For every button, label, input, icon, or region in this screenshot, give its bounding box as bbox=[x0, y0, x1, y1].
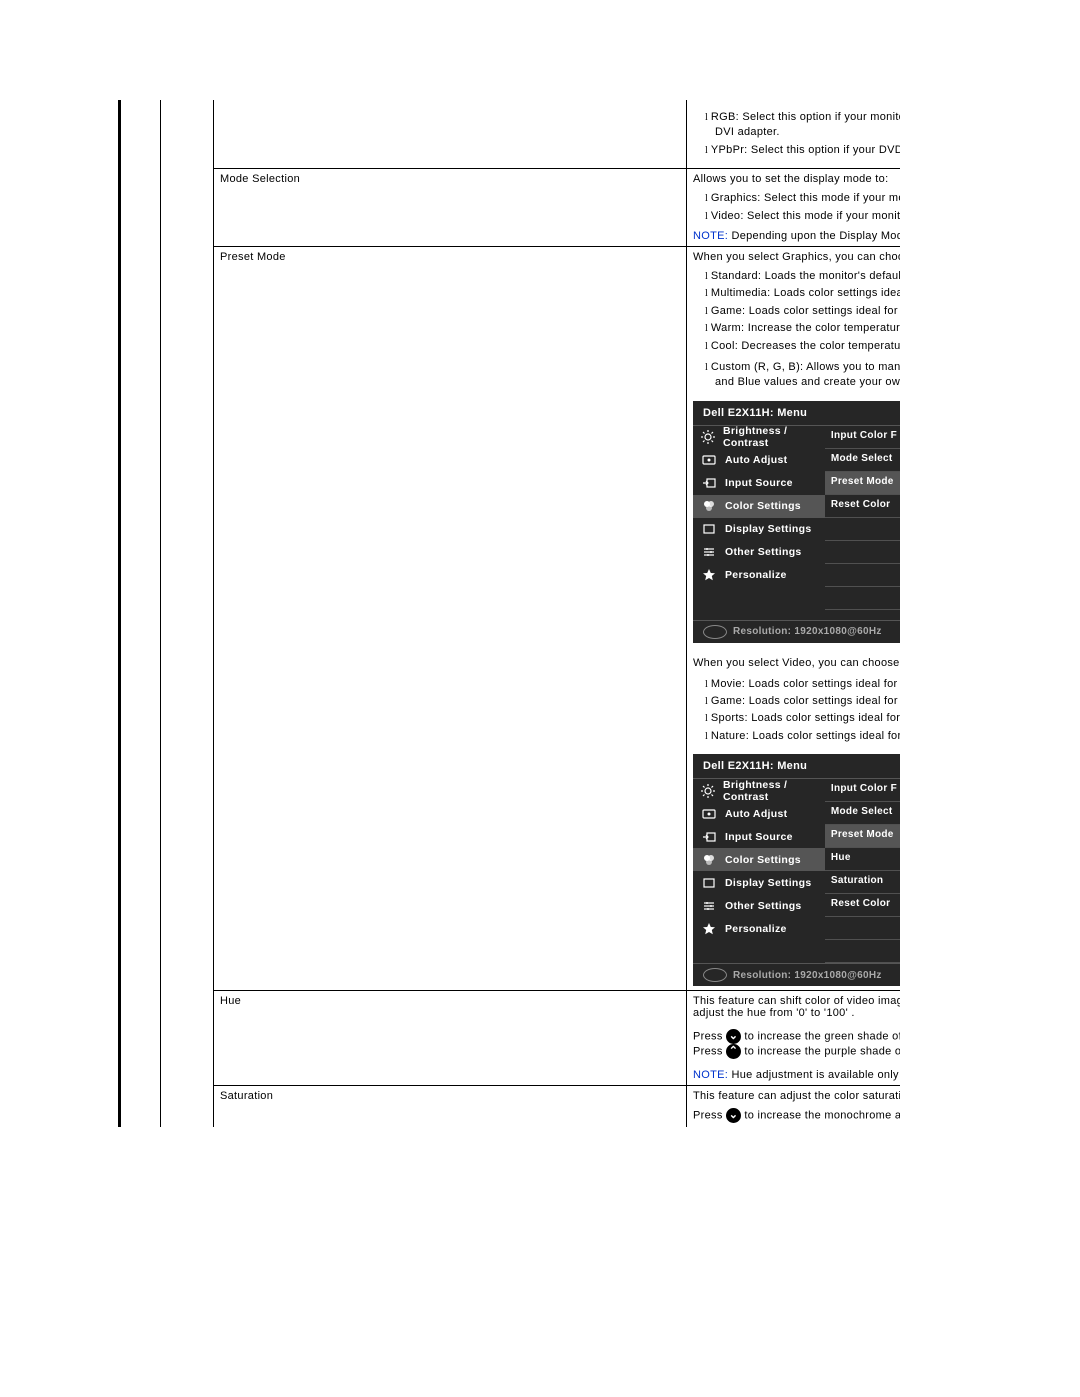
osd-menu-video: Dell E2X11H: Menu Brightness / Contrast A… bbox=[693, 754, 900, 986]
osd-menu-label: Other Settings bbox=[725, 900, 802, 912]
input-icon bbox=[701, 830, 717, 844]
osd-menu-item[interactable]: Other Settings bbox=[693, 541, 825, 564]
screen-icon bbox=[701, 522, 717, 536]
text: Custom (R, G, B): Allows you to manuand … bbox=[715, 360, 894, 391]
osd-menu-item[interactable]: Auto Adjust bbox=[693, 802, 825, 825]
osd-submenu-item[interactable]: Hue bbox=[825, 848, 900, 871]
vertical-divider bbox=[118, 100, 121, 1127]
star-icon bbox=[701, 922, 717, 936]
osd-menu-item[interactable]: Personalize bbox=[693, 917, 825, 940]
osd-menu-label: Display Settings bbox=[725, 523, 812, 535]
osd-submenu-item[interactable]: Saturation bbox=[825, 871, 900, 894]
text: When you select Video, you can choose Mo… bbox=[693, 657, 894, 669]
osd-menu-label: Other Settings bbox=[725, 546, 802, 558]
text: Movie: Loads color settings ideal for m bbox=[715, 677, 894, 692]
text: This feature can shift color of video im… bbox=[693, 995, 894, 1007]
osd-menu-item[interactable]: Input Source bbox=[693, 825, 825, 848]
text: Cool: Decreases the color temperature bbox=[715, 339, 894, 354]
osd-submenu-item[interactable]: Reset Color bbox=[825, 495, 900, 518]
text: Warm: Increase the color temperature bbox=[715, 321, 894, 336]
osd-submenu-item[interactable]: Preset Mode bbox=[825, 472, 900, 495]
osd-submenu-item bbox=[825, 940, 900, 963]
label-saturation: Saturation bbox=[214, 1086, 687, 1128]
osd-menu-label: Input Source bbox=[725, 477, 793, 489]
label-preset-mode: Preset Mode bbox=[214, 246, 687, 990]
text: When you select Graphics, you can choose… bbox=[693, 251, 894, 263]
text: Press ⌄ to increase the green shade of t… bbox=[693, 1029, 894, 1044]
sun-icon bbox=[701, 784, 715, 798]
osd-menu-item[interactable]: Brightness / Contrast bbox=[693, 426, 825, 449]
osd-menu-label: Auto Adjust bbox=[725, 454, 787, 466]
note-text: NOTE: Hue adjustment is available only f… bbox=[693, 1069, 894, 1081]
text: Nature: Loads color settings ideal for n bbox=[715, 729, 894, 744]
target-icon bbox=[701, 453, 717, 467]
osd-menu-label: Color Settings bbox=[725, 854, 801, 866]
osd-menu-item[interactable]: Other Settings bbox=[693, 894, 825, 917]
label-mode-selection: Mode Selection bbox=[214, 169, 687, 247]
osd-submenu-item[interactable]: Mode Select bbox=[825, 449, 900, 472]
text: Press ⌄ to increase the monochrome appea bbox=[693, 1108, 894, 1123]
target-icon bbox=[701, 807, 717, 821]
text: Graphics: Select this mode if your mon bbox=[715, 191, 894, 206]
osd-menu-item[interactable]: Personalize bbox=[693, 564, 825, 587]
star-icon bbox=[701, 568, 717, 582]
osd-menu-item[interactable]: Color Settings bbox=[693, 848, 825, 871]
down-button-icon: ⌄ bbox=[726, 1108, 741, 1123]
osd-submenu-item bbox=[825, 518, 900, 541]
osd-submenu-item[interactable]: Input Color F bbox=[825, 426, 900, 449]
label-hue: Hue bbox=[214, 991, 687, 1086]
palette-icon bbox=[701, 853, 717, 867]
sliders-icon bbox=[701, 545, 717, 559]
osd-menu-label: Input Source bbox=[725, 831, 793, 843]
osd-menu-label: Personalize bbox=[725, 923, 787, 935]
osd-submenu-item bbox=[825, 587, 900, 610]
text: Sports: Loads color settings ideal for s bbox=[715, 711, 894, 726]
text: Game: Loads color settings ideal for ga bbox=[715, 694, 894, 709]
text: This feature can adjust the color satura… bbox=[693, 1090, 894, 1102]
osd-submenu-item bbox=[825, 564, 900, 587]
osd-menu-label: Auto Adjust bbox=[725, 808, 787, 820]
osd-resolution: Resolution: 1920x1080@60Hz bbox=[693, 620, 900, 643]
up-button-icon: ⌃ bbox=[726, 1044, 741, 1059]
text: Game: Loads color settings ideal for m bbox=[715, 304, 894, 319]
sun-icon bbox=[701, 430, 715, 444]
osd-menu-label: Personalize bbox=[725, 569, 787, 581]
osd-submenu-item[interactable]: Reset Color bbox=[825, 894, 900, 917]
osd-menu-item[interactable]: Color Settings bbox=[693, 495, 825, 518]
osd-menu-label: Color Settings bbox=[725, 500, 801, 512]
osd-menu-label: Brightness / Contrast bbox=[723, 779, 817, 803]
note-text: NOTE: Depending upon the Display Mode yo… bbox=[693, 230, 894, 242]
osd-submenu-item bbox=[825, 541, 900, 564]
osd-submenu-item[interactable]: Preset Mode bbox=[825, 825, 900, 848]
osd-menu-item[interactable]: Input Source bbox=[693, 472, 825, 495]
input-icon bbox=[701, 476, 717, 490]
osd-menu-item[interactable]: Auto Adjust bbox=[693, 449, 825, 472]
osd-submenu-item bbox=[825, 917, 900, 940]
text: Multimedia: Loads color settings ideal bbox=[715, 286, 894, 301]
osd-submenu-item[interactable]: Mode Select bbox=[825, 802, 900, 825]
sliders-icon bbox=[701, 899, 717, 913]
text: YPbPr: Select this option if your DVD p bbox=[715, 143, 894, 158]
osd-title: Dell E2X11H: Menu bbox=[693, 754, 900, 779]
text: Video: Select this mode if your monitor bbox=[715, 209, 894, 224]
osd-menu-item[interactable]: Display Settings bbox=[693, 871, 825, 894]
osd-title: Dell E2X11H: Menu bbox=[693, 401, 900, 426]
osd-menu-item[interactable]: Display Settings bbox=[693, 518, 825, 541]
osd-menu-label: Brightness / Contrast bbox=[723, 425, 817, 449]
osd-submenu-item[interactable]: Input Color F bbox=[825, 779, 900, 802]
text: RGB: Select this option if your monitorD… bbox=[715, 110, 894, 141]
palette-icon bbox=[701, 499, 717, 513]
spec-table: RGB: Select this option if your monitorD… bbox=[160, 100, 900, 1127]
osd-menu-label: Display Settings bbox=[725, 877, 812, 889]
osd-resolution: Resolution: 1920x1080@60Hz bbox=[693, 963, 900, 986]
text: adjust the hue from '0' to '100' . bbox=[693, 1007, 894, 1019]
text: Allows you to set the display mode to: bbox=[693, 173, 894, 185]
osd-menu-graphics: Dell E2X11H: Menu Brightness / Contrast A… bbox=[693, 401, 900, 643]
down-button-icon: ⌄ bbox=[726, 1029, 741, 1044]
text: Standard: Loads the monitor's default bbox=[715, 269, 894, 284]
screen-icon bbox=[701, 876, 717, 890]
text: Press ⌃ to increase the purple shade of … bbox=[693, 1044, 894, 1059]
osd-menu-item[interactable]: Brightness / Contrast bbox=[693, 779, 825, 802]
